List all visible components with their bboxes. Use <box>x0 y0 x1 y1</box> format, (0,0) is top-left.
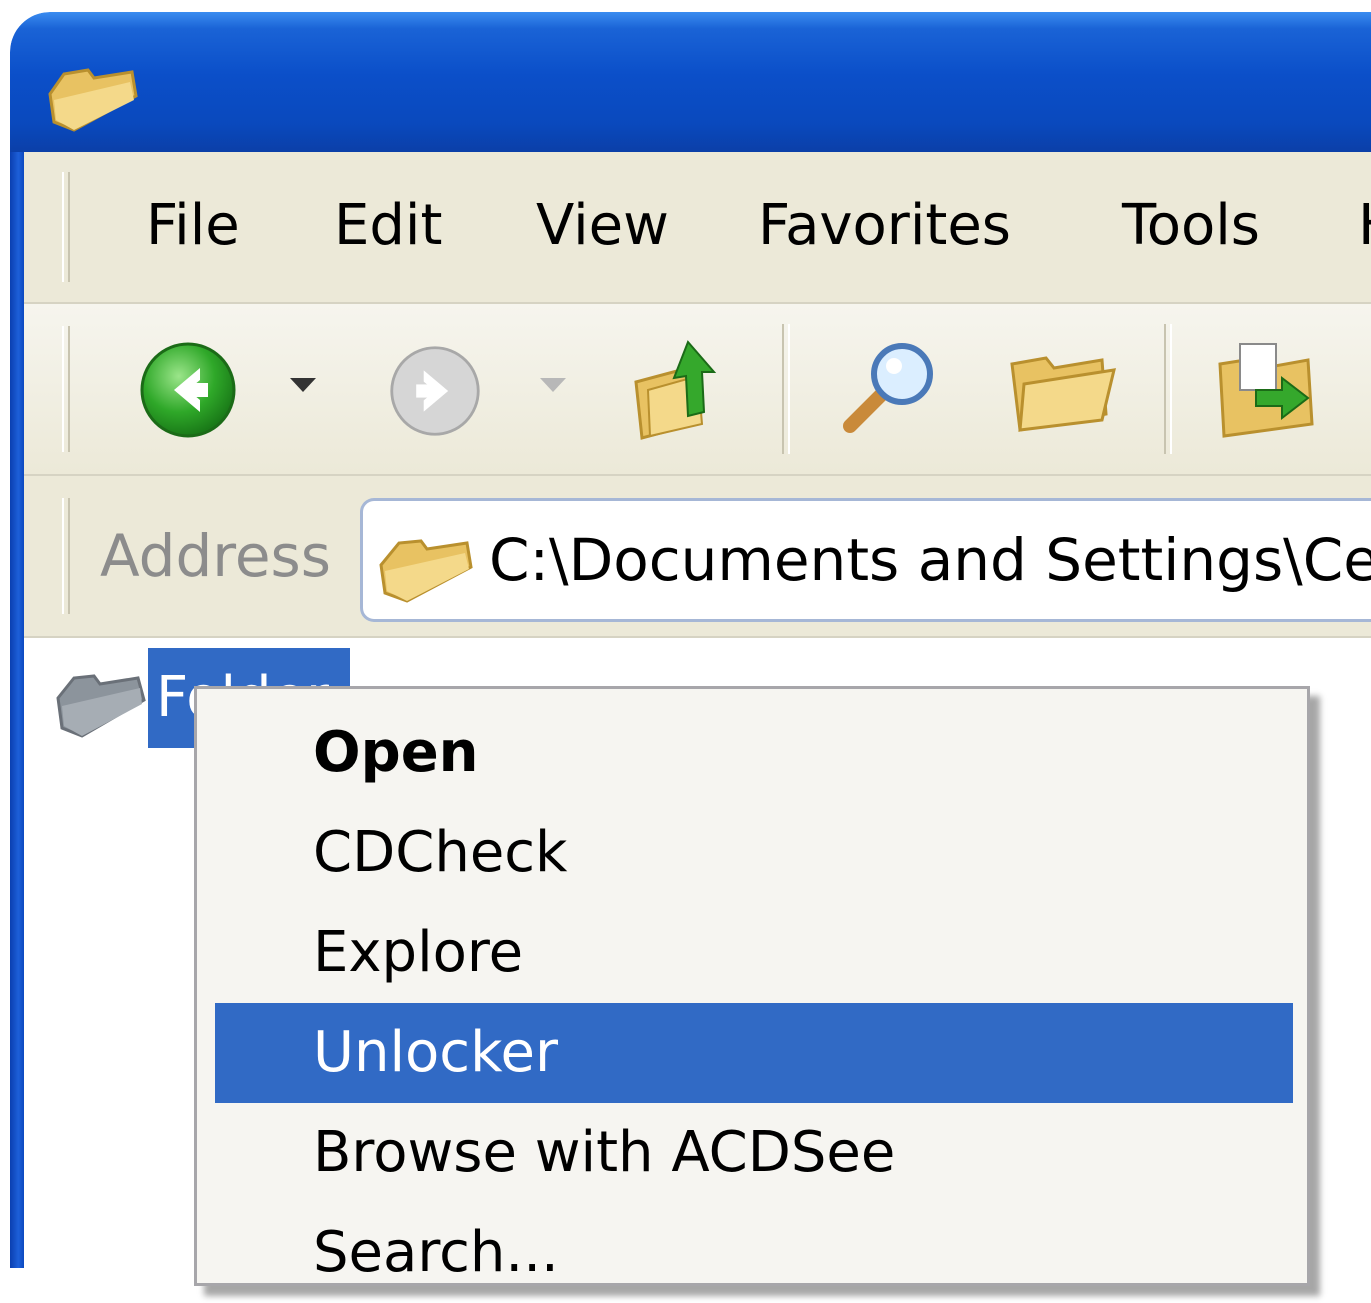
address-bar: Address C:\Documents and Settings\Ced <box>24 476 1371 638</box>
menu-bar: File Edit View Favorites Tools H <box>24 152 1371 304</box>
address-field[interactable]: C:\Documents and Settings\Ced <box>360 498 1371 622</box>
folders-icon[interactable] <box>1006 344 1118 440</box>
context-menu-cdcheck[interactable]: CDCheck <box>215 803 1293 903</box>
folder-icon <box>379 539 473 603</box>
address-value[interactable]: C:\Documents and Settings\Ced <box>489 525 1371 595</box>
menu-help[interactable]: H <box>1358 196 1371 256</box>
move-to-icon[interactable] <box>1212 340 1324 440</box>
title-bar[interactable] <box>10 12 1371 152</box>
forward-dropdown-icon[interactable] <box>540 378 566 392</box>
menu-view[interactable]: View <box>536 196 669 256</box>
context-menu-open[interactable]: Open <box>215 703 1293 803</box>
folder-icon[interactable] <box>54 658 150 744</box>
context-menu-search[interactable]: Search... <box>215 1203 1293 1303</box>
search-icon[interactable] <box>836 334 942 440</box>
menu-favorites[interactable]: Favorites <box>758 196 1011 256</box>
back-dropdown-icon[interactable] <box>290 378 316 392</box>
context-menu: Open CDCheck Explore Unlocker Browse wit… <box>194 686 1310 1286</box>
address-label: Address <box>100 522 331 590</box>
context-menu-unlocker[interactable]: Unlocker <box>215 1003 1293 1103</box>
menubar-grip[interactable] <box>62 172 70 282</box>
toolbar-separator <box>782 324 790 454</box>
menu-tools[interactable]: Tools <box>1122 196 1260 256</box>
context-menu-browse-acdsee[interactable]: Browse with ACDSee <box>215 1103 1293 1203</box>
standard-toolbar <box>24 304 1371 476</box>
up-folder-icon[interactable] <box>628 332 728 444</box>
menu-file[interactable]: File <box>146 196 240 256</box>
addressbar-grip[interactable] <box>62 498 70 614</box>
context-menu-explore[interactable]: Explore <box>215 903 1293 1003</box>
back-arrow-icon[interactable] <box>138 340 238 440</box>
forward-arrow-icon[interactable] <box>388 344 482 438</box>
window-frame-left <box>10 152 24 1268</box>
folder-icon <box>48 68 138 132</box>
menu-edit[interactable]: Edit <box>334 196 442 256</box>
toolbar-separator-2 <box>1164 324 1172 454</box>
toolbar-grip[interactable] <box>62 326 70 452</box>
